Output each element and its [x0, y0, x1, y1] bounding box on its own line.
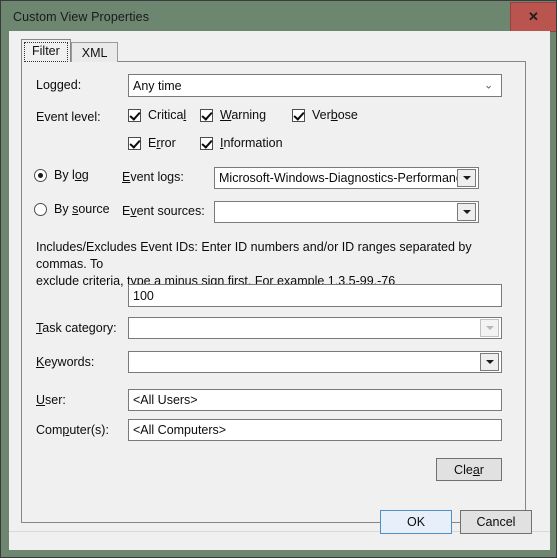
event-sources-combobox[interactable]	[214, 201, 479, 223]
checkbox-information[interactable]: Information	[200, 136, 283, 150]
task-category-combobox[interactable]	[128, 317, 502, 339]
event-level-label-row: Event level:	[36, 110, 101, 124]
close-icon: ✕	[528, 9, 539, 24]
ok-button-label: OK	[406, 515, 426, 529]
tab-focus-rect	[24, 42, 68, 62]
keywords-dropdown-button[interactable]	[480, 353, 499, 371]
tab-xml-label: XML	[81, 45, 108, 60]
cancel-button[interactable]: Cancel	[460, 510, 532, 534]
triangle-down-icon	[485, 326, 494, 330]
event-ids-value: 100	[133, 288, 154, 303]
checkbox-warning[interactable]: Warning	[200, 108, 266, 122]
computers-label-row: Computer(s):	[36, 423, 109, 437]
computers-value: <All Computers>	[133, 423, 227, 437]
title-bar: Custom View Properties ✕	[2, 2, 556, 32]
checkbox-verbose[interactable]: Verbose	[292, 108, 358, 122]
triangle-down-icon	[462, 210, 471, 214]
user-input[interactable]: <All Users>	[128, 389, 502, 411]
radio-by-log-circle	[34, 168, 47, 182]
task-category-label-row: Task category:	[36, 321, 117, 335]
dialog-client-area: Filter XML Logged: Any time ⌄ Event leve…	[9, 31, 550, 550]
logged-value: Any time	[133, 78, 182, 93]
checkbox-verbose-box	[292, 108, 305, 122]
event-logs-label-row: Event logs:	[122, 170, 184, 184]
event-ids-input[interactable]: 100	[128, 284, 502, 307]
clear-button-label: Clear	[454, 462, 484, 477]
task-category-label: Task category:	[36, 321, 117, 335]
custom-view-properties-dialog: Custom View Properties ✕ Filter XML Logg…	[0, 0, 557, 558]
logged-label-row: Logged:	[36, 78, 81, 92]
tab-strip: Filter XML	[21, 39, 119, 62]
triangle-down-icon	[485, 360, 494, 364]
checkbox-critical[interactable]: Critical	[128, 108, 186, 122]
checkbox-warning-label: Warning	[220, 108, 267, 122]
event-logs-label: Event logs:	[122, 170, 184, 184]
tab-xml[interactable]: XML	[70, 42, 119, 62]
logged-combobox[interactable]: Any time ⌄	[128, 74, 502, 97]
ok-button[interactable]: OK	[380, 510, 452, 534]
task-category-dropdown-button[interactable]	[480, 319, 499, 337]
keywords-label: Keywords:	[36, 355, 95, 369]
checkbox-error[interactable]: Error	[128, 136, 176, 150]
event-id-hint-line1: Includes/Excludes Event IDs: Enter ID nu…	[36, 240, 472, 271]
checkbox-information-label: Information	[220, 136, 283, 150]
radio-by-source-label: By source	[54, 202, 110, 216]
radio-by-source[interactable]: By source	[34, 202, 110, 216]
chevron-down-icon: ⌄	[484, 79, 494, 92]
filter-tab-page: Logged: Any time ⌄ Event level: Critical…	[21, 61, 526, 523]
keywords-combobox[interactable]	[128, 351, 502, 373]
event-level-label: Event level:	[36, 110, 101, 124]
triangle-down-icon	[462, 176, 471, 180]
event-id-hint: Includes/Excludes Event IDs: Enter ID nu…	[36, 239, 514, 290]
event-logs-dropdown-button[interactable]	[457, 169, 476, 187]
event-sources-dropdown-button[interactable]	[457, 203, 476, 221]
clear-button[interactable]: Clear	[436, 458, 502, 481]
checkbox-verbose-label: Verbose	[312, 108, 358, 122]
event-sources-label: Event sources:	[122, 204, 205, 218]
radio-by-log-label: By log	[54, 168, 89, 182]
checkbox-error-box	[128, 136, 141, 150]
user-label: User:	[36, 393, 66, 407]
radio-by-log[interactable]: By log	[34, 168, 89, 182]
checkbox-critical-label: Critical	[148, 108, 187, 122]
checkbox-information-box	[200, 136, 213, 150]
window-title: Custom View Properties	[13, 9, 150, 24]
cancel-button-label: Cancel	[476, 515, 516, 529]
logged-label: Logged:	[36, 78, 82, 92]
computers-label: Computer(s):	[36, 423, 109, 437]
user-label-row: User:	[36, 393, 66, 407]
event-logs-combobox[interactable]: Microsoft-Windows-Diagnostics-Performanc…	[214, 167, 479, 189]
checkbox-critical-box	[128, 108, 141, 122]
event-sources-label-row: Event sources:	[122, 204, 205, 218]
computers-input[interactable]: <All Computers>	[128, 419, 502, 441]
user-value: <All Users>	[133, 393, 198, 407]
keywords-label-row: Keywords:	[36, 355, 94, 369]
radio-by-source-circle	[34, 202, 47, 216]
tab-filter[interactable]: Filter	[21, 39, 71, 62]
event-logs-value: Microsoft-Windows-Diagnostics-Performanc…	[219, 171, 457, 185]
checkbox-warning-box	[200, 108, 213, 122]
close-button[interactable]: ✕	[510, 2, 556, 32]
checkbox-error-label: Error	[148, 136, 176, 150]
